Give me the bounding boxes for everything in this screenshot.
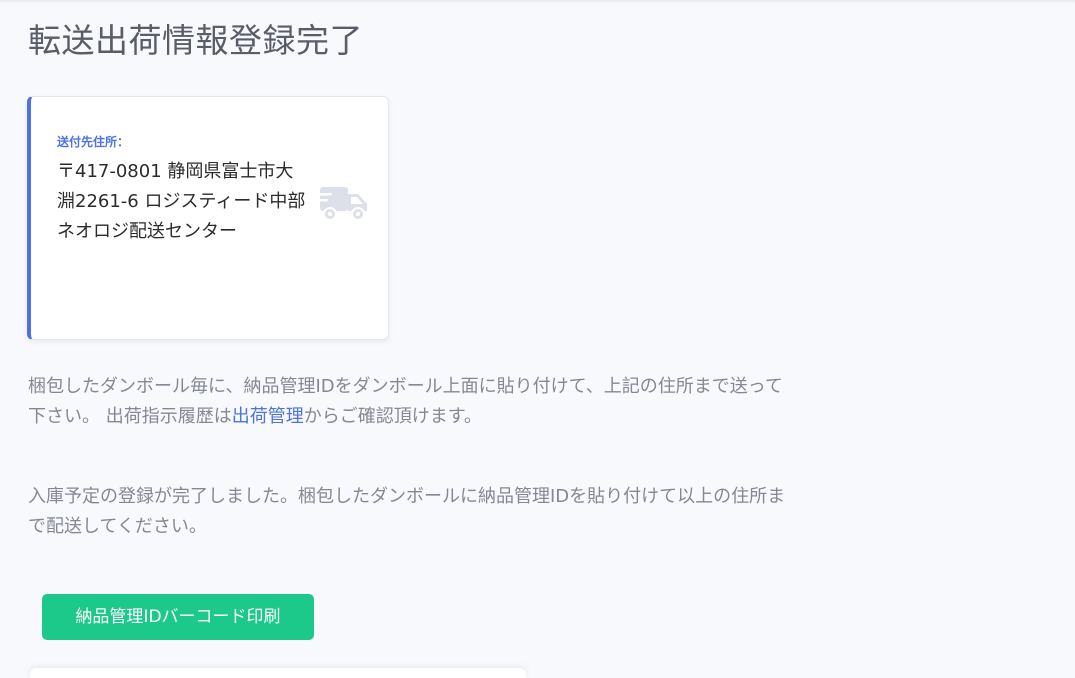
page-title: 転送出荷情報登録完了: [28, 21, 363, 60]
instructions-text-after: からご確認頂けます。: [303, 406, 482, 427]
address-label: 送付先住所：: [57, 135, 130, 149]
registration-complete-message: 入庫予定の登録が完了しました。梱包したダンボールに納品管理IDを貼り付けて以上の…: [28, 486, 786, 537]
shipping-instructions: 梱包したダンボール毎に、納品管理IDをダンボール上面に貼り付けて、上記の住所まで…: [28, 372, 798, 432]
shipping-address-card: 送付先住所： 〒417-0801 静岡県富士市大淵2261-6 ロジスティード中…: [27, 96, 389, 340]
topbar-shadow: [0, 0, 1075, 4]
truck-icon: [318, 187, 367, 221]
address-text: 〒417-0801 静岡県富士市大淵2261-6 ロジスティード中部 ネオロジ配…: [57, 161, 306, 242]
print-barcode-button[interactable]: 納品管理IDバーコード印刷: [42, 594, 314, 640]
next-card-edge: [30, 668, 526, 678]
shipment-management-link[interactable]: 出荷管理: [232, 406, 304, 427]
